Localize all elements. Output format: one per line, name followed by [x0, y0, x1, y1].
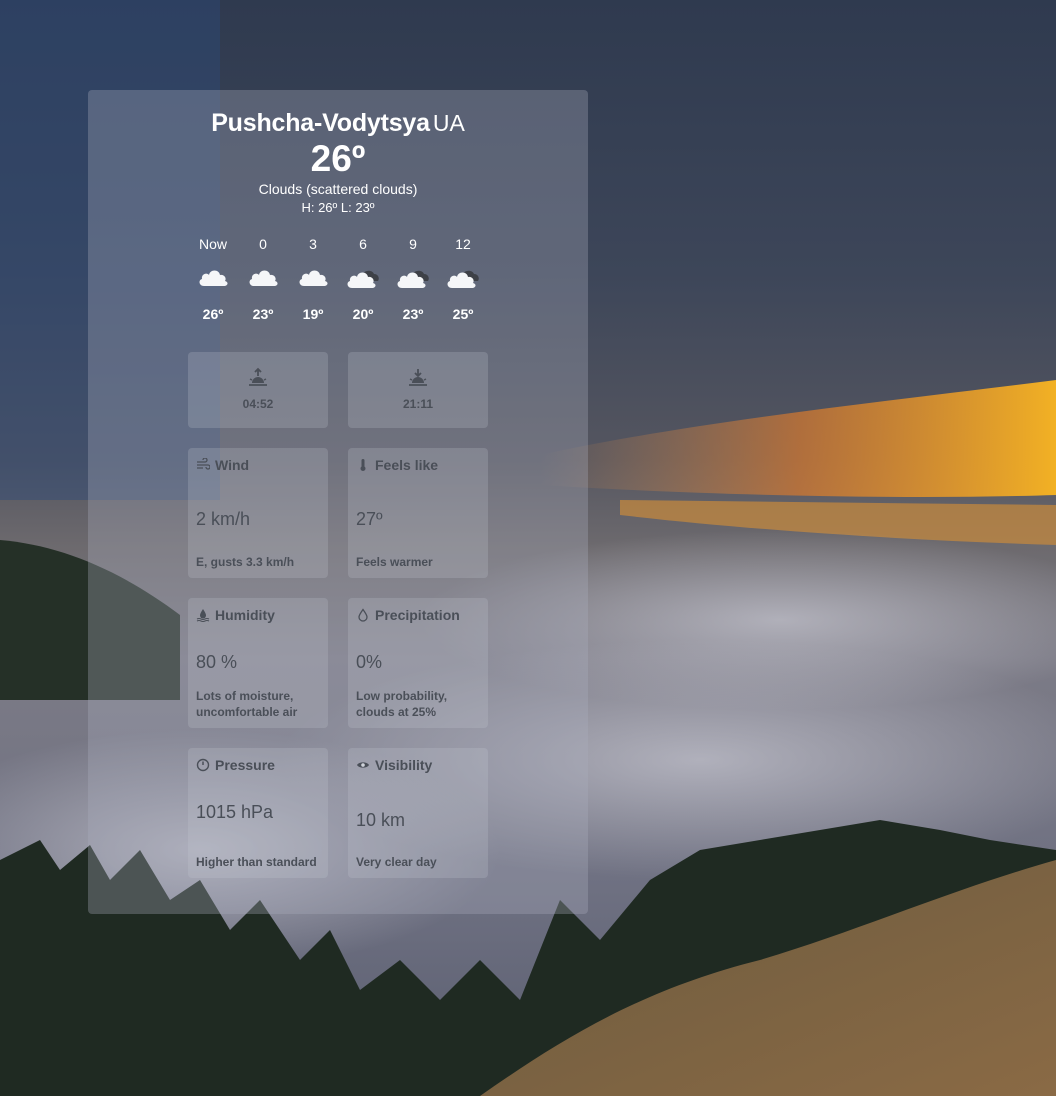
- hour-temp: 25º: [452, 306, 474, 322]
- precipitation-card: Precipitation 0% Low probability, clouds…: [348, 598, 488, 728]
- humidity-title: Humidity: [215, 607, 275, 623]
- wind-title: Wind: [215, 457, 250, 473]
- hourly-item: 3 19º: [288, 236, 338, 322]
- sunset-time: 21:11: [402, 397, 434, 411]
- humidity-icon: [196, 609, 210, 622]
- sunset-icon: [409, 369, 427, 386]
- precipitation-header: Precipitation: [356, 607, 460, 623]
- feels-like-title: Feels like: [375, 457, 439, 473]
- humidity-value: 80 %: [196, 652, 238, 672]
- cloud-icon: [199, 270, 228, 286]
- hour-label: 0: [259, 236, 267, 252]
- hourly-item: 6 20º: [338, 236, 388, 322]
- feels-like-note: Feels warmer: [356, 555, 433, 569]
- hourly-item: 0 23º: [238, 236, 288, 322]
- hour-label: 6: [359, 236, 367, 252]
- sunset-card: 21:11: [348, 352, 488, 428]
- wind-value: 2 km/h: [196, 509, 251, 529]
- location-title: Pushcha-Vodytsya UA: [88, 108, 588, 138]
- current-condition: Clouds (scattered clouds): [258, 181, 418, 197]
- wind-icon: [197, 458, 210, 470]
- weather-panel: Pushcha-Vodytsya UA 26º Clouds (scattered…: [88, 90, 588, 914]
- feels-like-card: Feels like 27º Feels warmer: [348, 448, 488, 578]
- precipitation-value: 0%: [356, 652, 383, 672]
- hour-label: 3: [309, 236, 317, 252]
- sunrise-icon: [249, 367, 267, 386]
- humidity-note: Lots of moisture, uncomfortable air: [196, 689, 298, 719]
- cloud-icon: [249, 270, 278, 286]
- city-name: Pushcha-Vodytsya: [211, 109, 430, 137]
- wind-note: E, gusts 3.3 km/h: [196, 555, 295, 569]
- hour-temp: 23º: [252, 306, 274, 322]
- thermometer-icon: [360, 459, 366, 471]
- hourly-item: 12 25º: [438, 236, 488, 322]
- visibility-title: Visibility: [375, 757, 433, 773]
- wind-header: Wind: [196, 457, 249, 473]
- humidity-header: Humidity: [196, 607, 275, 623]
- cloud-dark-icon: [397, 270, 429, 288]
- sunrise-card: 04:52: [188, 352, 328, 428]
- feels-like-header: Feels like: [356, 457, 438, 473]
- hour-temp: 23º: [402, 306, 424, 322]
- droplet-icon: [358, 608, 368, 622]
- hour-temp: 26º: [202, 306, 224, 322]
- visibility-header: Visibility: [356, 757, 432, 773]
- wind-card: Wind 2 km/h E, gusts 3.3 km/h: [188, 448, 328, 578]
- visibility-note: Very clear day: [356, 855, 437, 869]
- precipitation-note: Low probability, clouds at 25%: [356, 689, 448, 719]
- pressure-header: Pressure: [196, 757, 275, 773]
- hourly-item: Now 26º: [188, 236, 238, 322]
- hour-label: 9: [409, 236, 417, 252]
- humidity-card: Humidity 80 % Lots of moisture, uncomfor…: [188, 598, 328, 728]
- eye-icon: [357, 762, 369, 768]
- hour-temp: 19º: [302, 306, 324, 322]
- feels-like-value: 27º: [356, 509, 383, 529]
- cloud-icon: [299, 270, 328, 286]
- country-code: UA: [432, 110, 465, 136]
- precipitation-title: Precipitation: [375, 607, 460, 623]
- hourly-item: 9 23º: [388, 236, 438, 322]
- pressure-note: Higher than standard: [196, 855, 317, 869]
- cloud-dark-icon: [347, 270, 379, 288]
- pressure-value: 1015 hPa: [196, 802, 274, 822]
- sunrise-time: 04:52: [242, 397, 274, 411]
- hour-temp: 20º: [352, 306, 374, 322]
- hour-label: Now: [198, 236, 227, 252]
- hour-label: 12: [455, 236, 471, 252]
- hourly-forecast: Now 26º 0 23º 3 19º 6 20º 9 23º 12 25º: [188, 236, 488, 326]
- pressure-card: Pressure 1015 hPa Higher than standard: [188, 748, 328, 878]
- current-temperature: 26º: [310, 138, 366, 179]
- cloud-dark-icon: [447, 270, 479, 288]
- pressure-title: Pressure: [215, 757, 275, 773]
- high-low-temperature: H: 26º L: 23º: [301, 200, 375, 215]
- visibility-value: 10 km: [356, 810, 406, 830]
- visibility-card: Visibility 10 km Very clear day: [348, 748, 488, 878]
- gauge-icon: [196, 758, 210, 772]
